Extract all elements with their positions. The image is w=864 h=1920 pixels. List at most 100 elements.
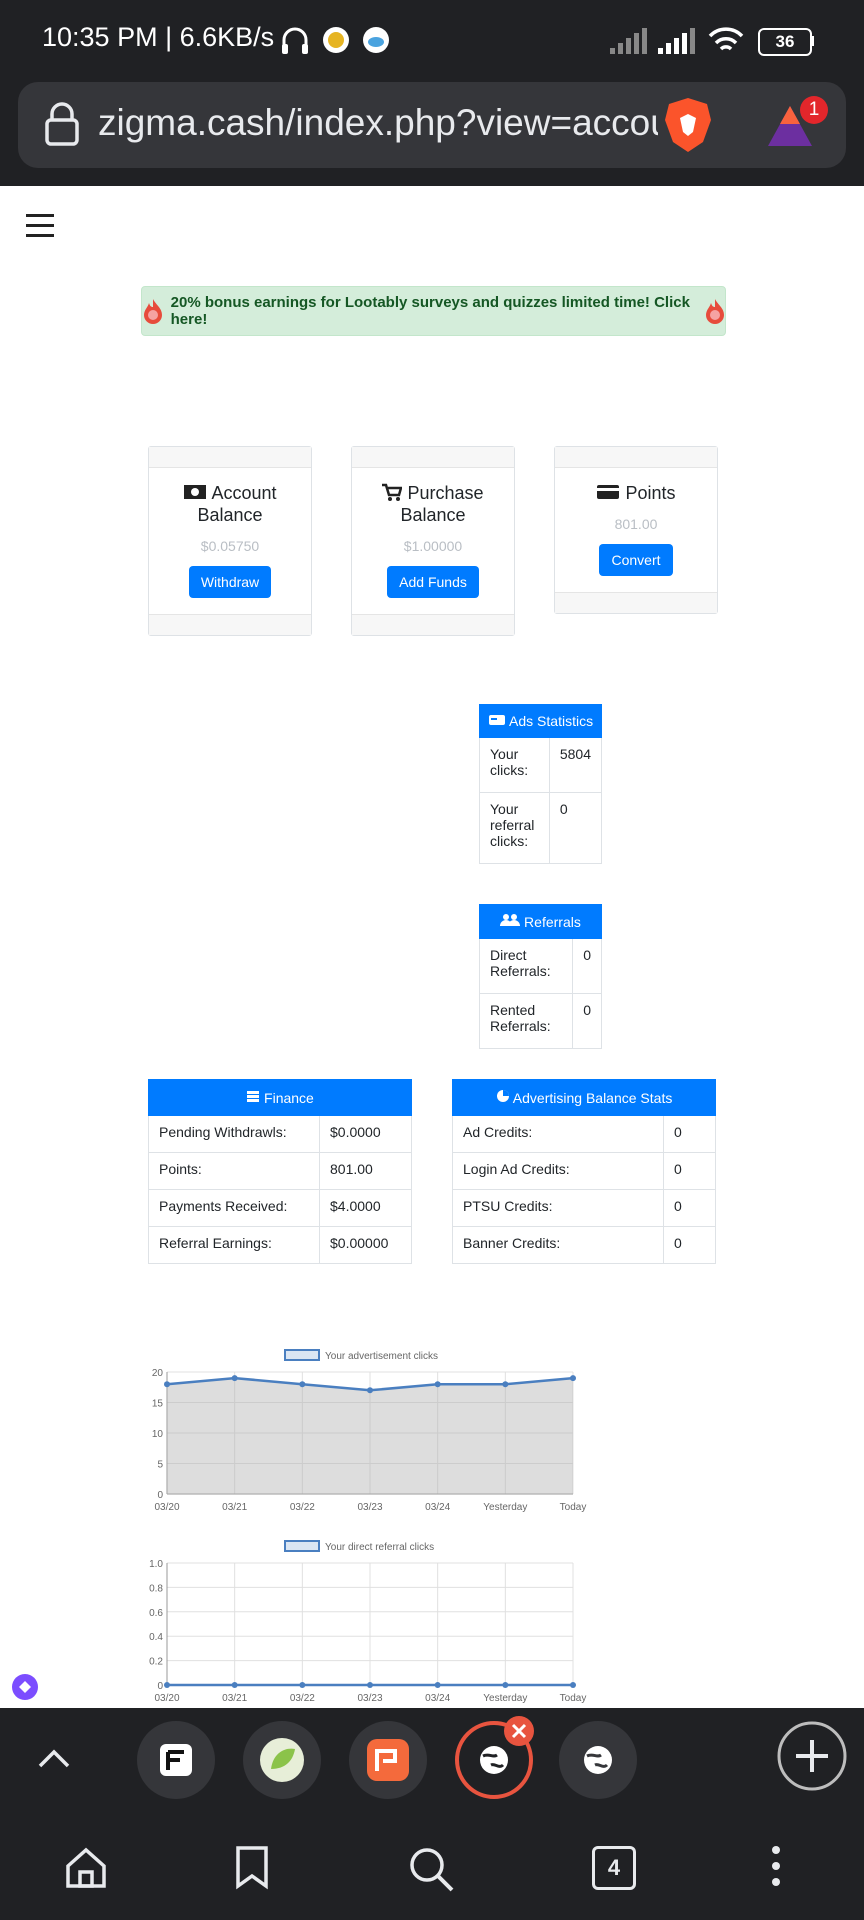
x-tick-label: 03/21 bbox=[222, 1502, 247, 1513]
your-clicks-value: 5804 bbox=[548, 737, 603, 793]
chevron-up-icon[interactable] bbox=[34, 1740, 74, 1780]
table-row: Your referral clicks: 0 bbox=[479, 792, 603, 864]
fire-icon bbox=[144, 299, 162, 324]
money-icon bbox=[184, 485, 207, 499]
search-icon[interactable] bbox=[408, 1846, 454, 1892]
orange-app-icon bbox=[367, 1739, 409, 1781]
account-balance-card: Account Balance $0.05750 Withdraw bbox=[148, 446, 312, 636]
globe-icon bbox=[584, 1746, 612, 1774]
wifi-icon bbox=[708, 27, 744, 51]
direct-referrals-value: 0 bbox=[572, 938, 602, 994]
ad-credits-value: 0 bbox=[663, 1115, 716, 1153]
x-tick-label: Today bbox=[560, 1693, 587, 1704]
referrals-title: Referrals bbox=[524, 914, 581, 930]
headphones-icon bbox=[282, 27, 308, 54]
data-point bbox=[367, 1387, 373, 1394]
address-bar[interactable]: zigma.cash/index.php?view=accou 1 bbox=[18, 82, 846, 168]
points-title: Points bbox=[625, 483, 676, 503]
battery-tip bbox=[810, 36, 814, 46]
data-point bbox=[231, 1375, 238, 1382]
tab-orange-app[interactable] bbox=[349, 1721, 427, 1799]
browser-toolbar: zigma.cash/index.php?view=accou 1 bbox=[0, 82, 864, 186]
add-funds-button[interactable]: Add Funds bbox=[387, 566, 479, 598]
y-tick-label: 1.0 bbox=[149, 1559, 163, 1570]
purchase-balance-card: Purchase Balance $1.00000 Add Funds bbox=[351, 446, 515, 636]
x-tick-label: Yesterday bbox=[483, 1693, 527, 1704]
table-row: Banner Credits: 0 bbox=[452, 1226, 716, 1264]
more-options-icon[interactable] bbox=[766, 1844, 786, 1890]
promo-text[interactable]: 20% bonus earnings for Lootably surveys … bbox=[171, 294, 697, 328]
y-tick-label: 0 bbox=[157, 1681, 163, 1692]
home-icon[interactable] bbox=[64, 1846, 108, 1890]
login-ad-credits-value: 0 bbox=[663, 1152, 716, 1190]
lock-icon[interactable] bbox=[44, 102, 80, 146]
table-row: PTSU Credits: 0 bbox=[452, 1189, 716, 1227]
payments-received-value: $4.0000 bbox=[319, 1189, 412, 1227]
y-tick-label: 15 bbox=[152, 1399, 164, 1410]
convert-button[interactable]: Convert bbox=[599, 544, 673, 576]
legend-label: Your advertisement clicks bbox=[325, 1351, 438, 1362]
x-tick-label: 03/20 bbox=[154, 1502, 179, 1513]
banner-credits-label: Banner Credits: bbox=[452, 1226, 664, 1264]
your-clicks-label: Your clicks: bbox=[479, 737, 550, 793]
browser-bottom-nav: 4 bbox=[0, 1812, 864, 1920]
brave-shields-icon[interactable] bbox=[663, 96, 713, 154]
finance-table: Finance Pending Withdrawls: $0.0000 Point… bbox=[148, 1079, 412, 1264]
withdraw-button[interactable]: Withdraw bbox=[188, 566, 272, 598]
rented-referrals-value: 0 bbox=[572, 993, 602, 1049]
tab-globe-site[interactable] bbox=[559, 1721, 637, 1799]
table-row: Payments Received: $4.0000 bbox=[148, 1189, 412, 1227]
tab-count-button[interactable]: 4 bbox=[592, 1846, 636, 1890]
close-icon bbox=[511, 1723, 527, 1739]
status-time: 10:35 PM | 6.6KB/s bbox=[42, 22, 275, 52]
tab-switcher-bar bbox=[0, 1708, 864, 1812]
account-balance-title: Account Balance bbox=[197, 483, 277, 525]
referral-earnings-value: $0.00000 bbox=[319, 1226, 412, 1264]
finance-title: Finance bbox=[264, 1090, 314, 1106]
purchase-balance-title: Purchase Balance bbox=[400, 483, 484, 525]
payments-received-label: Payments Received: bbox=[148, 1189, 320, 1227]
x-tick-label: Today bbox=[560, 1502, 587, 1513]
data-point bbox=[434, 1381, 441, 1388]
account-balance-value: $0.05750 bbox=[200, 538, 260, 554]
tab-feedly[interactable] bbox=[137, 1721, 215, 1799]
advertising-balance-title: Advertising Balance Stats bbox=[512, 1090, 673, 1106]
data-point bbox=[164, 1381, 170, 1388]
purchase-balance-value: $1.00000 bbox=[403, 538, 463, 554]
data-point bbox=[570, 1682, 576, 1688]
ptsu-credits-label: PTSU Credits: bbox=[452, 1189, 664, 1227]
y-tick-label: 20 bbox=[152, 1368, 164, 1379]
bookmark-icon[interactable] bbox=[234, 1846, 270, 1890]
x-tick-label: 03/24 bbox=[425, 1502, 450, 1513]
users-icon bbox=[500, 914, 521, 926]
promo-banner[interactable]: 20% bonus earnings for Lootably surveys … bbox=[141, 286, 726, 336]
table-row: Your clicks: 5804 bbox=[479, 737, 603, 793]
x-tick-label: 03/23 bbox=[357, 1502, 382, 1513]
menu-toggle-button[interactable] bbox=[26, 214, 54, 238]
direct-referrals-label: Direct Referrals: bbox=[478, 938, 574, 994]
table-row: Ad Credits: 0 bbox=[452, 1115, 716, 1153]
table-row: Referral Earnings: $0.00000 bbox=[148, 1226, 412, 1264]
new-tab-button[interactable] bbox=[776, 1720, 848, 1792]
advertisement-clicks-chart: Your advertisement clicks 0 5 10 15 20 03/20 03… bbox=[152, 1349, 587, 1513]
points-card: Points 801.00 Convert bbox=[554, 446, 718, 614]
referral-earnings-label: Referral Earnings: bbox=[148, 1226, 320, 1264]
series-area bbox=[167, 1378, 573, 1494]
close-tab-button[interactable] bbox=[504, 1716, 534, 1746]
cloud-notification-icon bbox=[363, 27, 389, 53]
ads-statistics-table: Ads Statistics Your clicks: 5804 Your re… bbox=[479, 704, 603, 864]
url-text[interactable]: zigma.cash/index.php?view=accou bbox=[98, 102, 658, 144]
battery-icon: 36 bbox=[758, 28, 812, 56]
y-tick-label: 0 bbox=[157, 1490, 163, 1501]
ads-statistics-title: Ads Statistics bbox=[509, 713, 594, 729]
floating-assist-button[interactable] bbox=[12, 1674, 38, 1700]
tab-leaf-site[interactable] bbox=[243, 1721, 321, 1799]
ad-card-icon bbox=[488, 715, 505, 725]
legend-swatch bbox=[284, 1349, 320, 1361]
data-point bbox=[434, 1682, 441, 1688]
x-tick-label: 03/21 bbox=[222, 1693, 247, 1704]
feedly-icon bbox=[160, 1744, 192, 1776]
referrals-table: Referrals Direct Referrals: 0 Rented Ref… bbox=[478, 904, 602, 1049]
ad-credits-label: Ad Credits: bbox=[452, 1115, 664, 1153]
your-referral-clicks-value: 0 bbox=[548, 792, 603, 864]
